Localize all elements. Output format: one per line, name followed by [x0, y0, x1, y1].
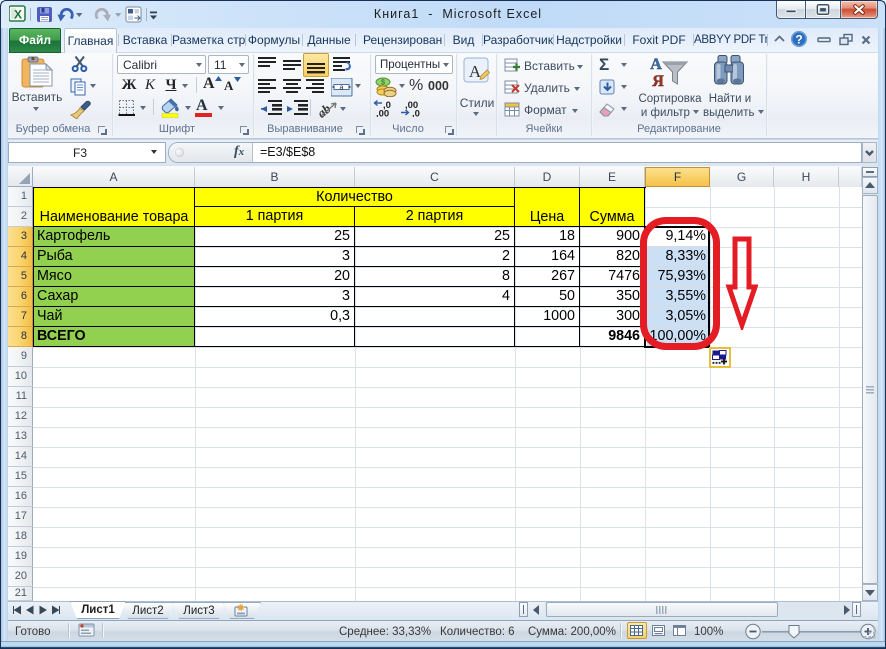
svg-text:a: a — [340, 85, 344, 92]
svg-text:А: А — [650, 56, 662, 73]
svg-text:$: $ — [381, 80, 385, 87]
svg-text:,00: ,00 — [376, 109, 389, 118]
svg-text:Я: Я — [652, 73, 664, 90]
svg-text:X: X — [14, 8, 22, 22]
svg-text:?: ? — [795, 33, 802, 47]
svg-text:,0: ,0 — [412, 109, 420, 118]
svg-text:A: A — [469, 62, 482, 81]
